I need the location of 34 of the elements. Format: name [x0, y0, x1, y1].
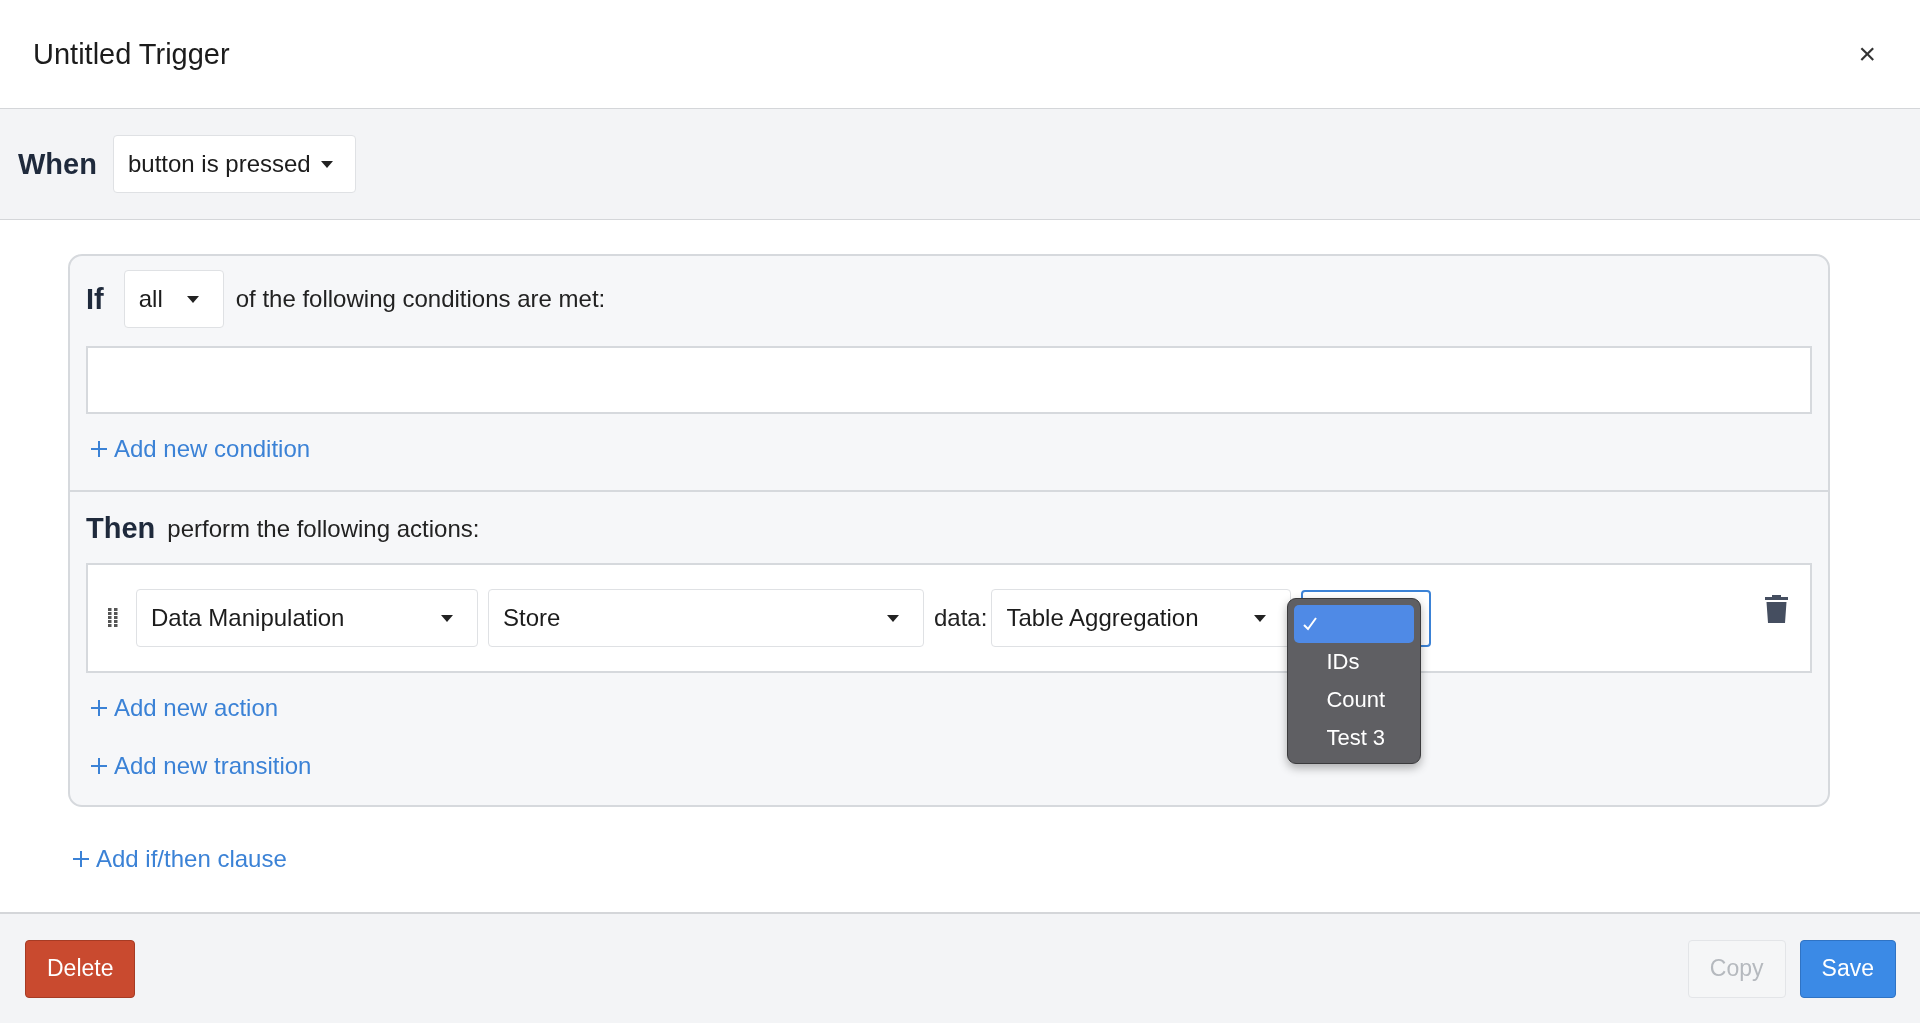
caret-icon [441, 614, 453, 622]
menu-option[interactable]: Count [1294, 680, 1415, 719]
menu-option[interactable]: IDs [1294, 642, 1415, 681]
data-label: data: [934, 604, 988, 632]
event-dropdown[interactable]: button is pressed [112, 135, 356, 193]
plus-icon [90, 699, 108, 717]
add-action-link[interactable]: Add new action [86, 693, 283, 723]
caret-icon [1254, 614, 1267, 622]
delete-button[interactable]: Delete [25, 939, 136, 998]
plus-icon [90, 757, 108, 775]
save-button[interactable]: Save [1799, 939, 1896, 998]
menu-option[interactable]: Test 3 [1294, 718, 1415, 757]
plus-icon [90, 440, 108, 458]
checkmark-icon [1302, 615, 1319, 632]
quantifier-dropdown[interactable]: all [123, 270, 224, 328]
trash-icon[interactable] [1765, 595, 1788, 623]
add-clause-link[interactable]: Add if/then clause [68, 844, 291, 874]
when-label: When [18, 147, 97, 181]
category-dropdown[interactable]: Data Manipulation [136, 589, 478, 647]
then-label: Then [86, 512, 156, 545]
caret-icon [887, 614, 899, 622]
close-button[interactable]: × [1854, 37, 1880, 71]
operation-dropdown[interactable]: Store [488, 589, 924, 647]
add-condition-link[interactable]: Add new condition [86, 434, 315, 464]
dialog-title: Untitled Trigger [33, 37, 230, 71]
condition-text: of the following conditions are met: [235, 285, 606, 313]
add-transition-link[interactable]: Add new transition [86, 751, 316, 781]
drag-handle-icon[interactable] [108, 608, 118, 628]
caret-icon [320, 160, 333, 168]
data-source-dropdown[interactable]: Table Aggregation [991, 589, 1292, 647]
caret-icon [186, 295, 199, 303]
if-label: If [86, 282, 104, 316]
plus-icon [72, 850, 90, 868]
actions-text: perform the following actions: [167, 514, 480, 543]
